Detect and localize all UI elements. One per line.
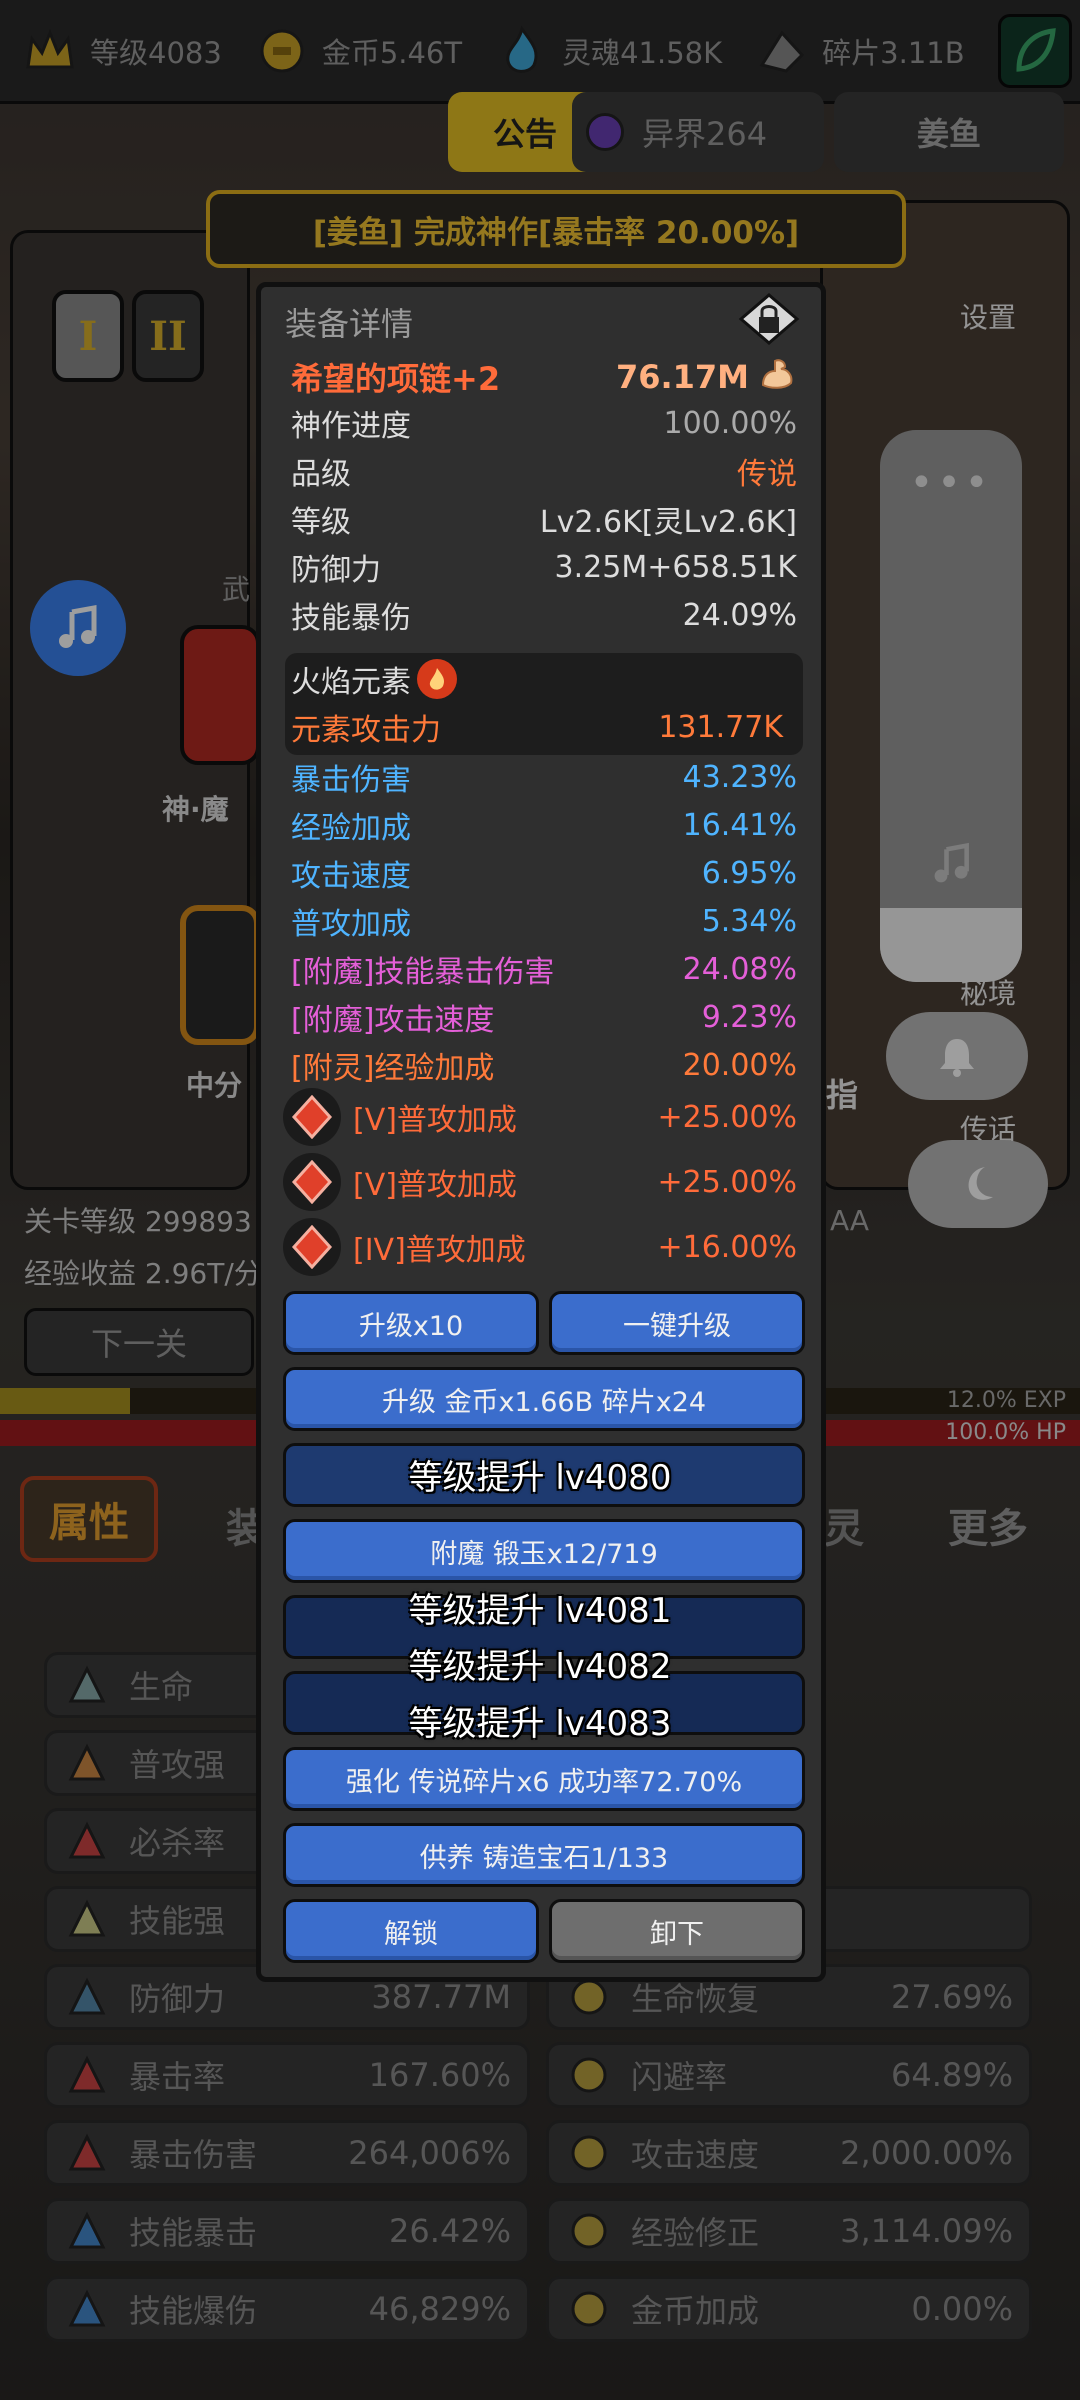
bonus-label: 攻击速度 [291,859,411,894]
detail-label: 品级 [291,457,351,492]
detail-value: 传说 [737,457,797,492]
element-attack-row: 元素攻击力 131.77K [291,705,783,749]
bonus-label: [附魔]技能暴击伤害 [291,955,555,990]
bonus-label: 经验加成 [291,811,411,846]
fire-element-block: 火焰元素 元素攻击力 131.77K [285,653,803,755]
detail-label: 神作进度 [291,409,411,444]
red-gem-icon [283,1153,341,1211]
upgrade-cost-button[interactable]: 升级 金币x1.66B 碎片x24 [283,1367,805,1431]
bonus-value: 6.95% [701,855,797,891]
gem-socket-row[interactable]: [IV]普攻加成 +16.00% [283,1217,797,1277]
item-name: 希望的项链+2 [291,360,501,398]
gem-label: [V]普攻加成 [353,1103,517,1138]
detail-label: 等级 [291,505,351,540]
detail-row: 神作进度 100.00% [291,401,797,445]
bonus-label: [附魔]攻击速度 [291,1003,495,1038]
offer-button[interactable]: 供养 铸造宝石1/133 [283,1823,805,1887]
detail-value: Lv2.6K[灵Lv2.6K] [539,505,797,540]
gem-label: [V]普攻加成 [353,1168,517,1203]
item-power: 76.17M [615,358,749,396]
bonus-row: 攻击速度 6.95% [291,851,797,895]
unequip-button[interactable]: 卸下 [549,1899,805,1963]
bonus-value: 20.00% [682,1047,797,1083]
fire-icon [417,659,457,699]
gem-label: [IV]普攻加成 [353,1233,526,1268]
bonus-row: 暴击伤害 43.23% [291,755,797,799]
unlock-button[interactable]: 解锁 [283,1899,539,1963]
detail-label: 技能暴伤 [291,601,411,636]
bonus-value: 5.34% [701,903,797,939]
gem-value: +25.00% [657,1164,797,1200]
bonus-label: [附灵]经验加成 [291,1051,495,1086]
bonus-row: [附魔]技能暴击伤害 24.08% [291,947,797,991]
element-attack-value: 131.77K [658,709,783,745]
enchant-button[interactable]: 附魔 锻玉x12/719 [283,1519,805,1583]
red-gem-icon [283,1088,341,1146]
dialog-title: 装备详情 [285,305,414,343]
muscle-icon [757,353,797,401]
bonus-value: 9.23% [701,999,797,1035]
detail-value: 3.25M+658.51K [554,549,797,585]
bonus-row: 普攻加成 5.34% [291,899,797,943]
bonus-row: [附灵]经验加成 20.00% [291,1043,797,1087]
auto-upgrade-button[interactable]: 一键升级 [549,1291,805,1355]
bonus-value: 43.23% [682,759,797,795]
game-screen: { "topbar": { "level": "等级4083", "gold":… [0,0,1080,2400]
detail-row: 品级 传说 [291,449,797,493]
level-up-toast: 等级提升 lv4083 [408,1704,672,1744]
detail-row: 技能暴伤 24.09% [291,593,797,637]
detail-value: 100.00% [663,405,797,441]
strengthen-button[interactable]: 强化 传说碎片x6 成功率72.70% [283,1747,805,1811]
gem-socket-row[interactable]: [V]普攻加成 +25.00% [283,1087,797,1147]
gem-value: +25.00% [657,1099,797,1135]
upgrade-x10-button[interactable]: 升级x10 [283,1291,539,1355]
bonus-row: [附魔]攻击速度 9.23% [291,995,797,1039]
detail-label: 防御力 [291,553,381,588]
bonus-label: 暴击伤害 [291,763,411,798]
bonus-label: 普攻加成 [291,907,411,942]
fire-element-name: 火焰元素 [291,665,411,700]
fire-element-title: 火焰元素 [291,657,779,701]
detail-row: 防御力 3.25M+658.51K [291,545,797,589]
level-up-toast: 等级提升 lv4082 [408,1647,672,1687]
bonus-value: 16.41% [682,807,797,843]
bonus-row: 经验加成 16.41% [291,803,797,847]
gem-value: +16.00% [657,1229,797,1265]
detail-value: 24.09% [682,597,797,633]
level-up-toast: 等级提升 lv4080 [408,1458,672,1498]
item-header: 希望的项链+2 76.17M [291,355,797,399]
lock-icon[interactable] [737,291,801,347]
detail-row: 等级 Lv2.6K[灵Lv2.6K] [291,497,797,541]
element-attack-label: 元素攻击力 [291,713,441,748]
bonus-value: 24.08% [682,951,797,987]
red-gem-icon [283,1218,341,1276]
level-up-toast: 等级提升 lv4081 [408,1591,672,1631]
gem-socket-row[interactable]: [V]普攻加成 +25.00% [283,1152,797,1212]
